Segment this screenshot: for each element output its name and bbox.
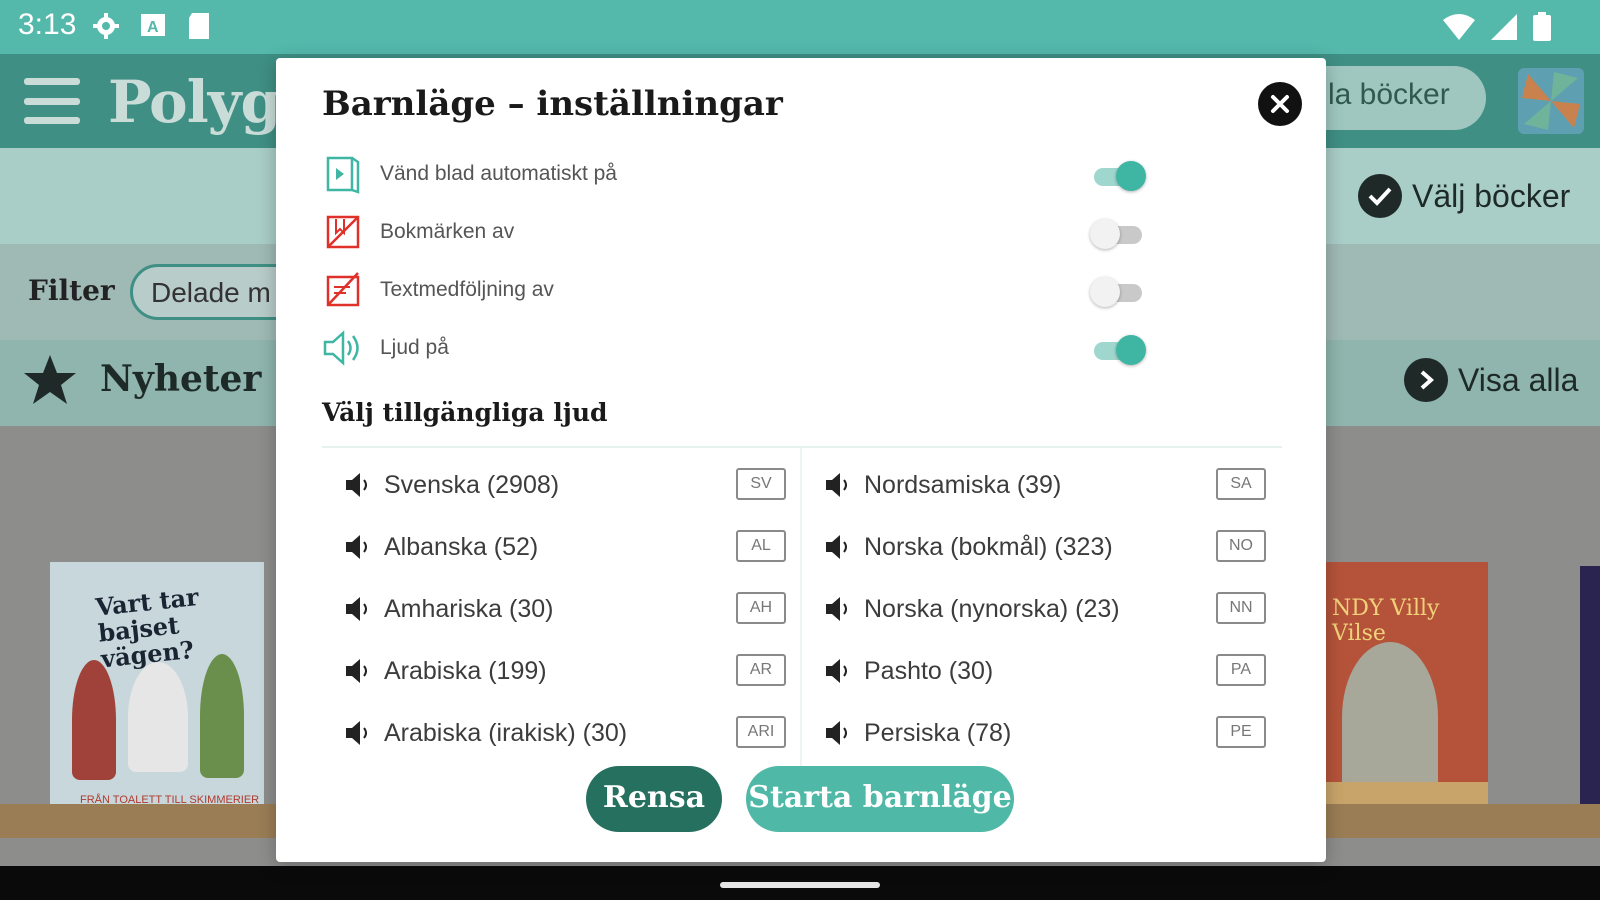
book-cover[interactable]	[1580, 566, 1600, 830]
language-item[interactable]: Nordsamiska (39) SA	[824, 454, 1266, 516]
bookmark-off-icon	[322, 211, 364, 253]
status-bar: 3:13 A	[0, 0, 1600, 54]
language-name: Norska (nynorska) (23)	[864, 594, 1120, 623]
column-divider	[800, 448, 802, 784]
start-child-mode-button[interactable]: Starta barnläge	[746, 766, 1014, 832]
child-illustration	[72, 660, 116, 780]
speaker-icon	[344, 656, 378, 686]
speaker-icon	[824, 532, 858, 562]
speaker-icon	[344, 718, 378, 748]
language-name: Albanska (52)	[384, 532, 539, 561]
language-code-badge: AR	[736, 654, 786, 686]
chevron-right-icon	[1404, 358, 1448, 402]
language-item[interactable]: Persiska (78) PE	[824, 702, 1266, 764]
sound-section-heading: Välj tillgängliga ljud	[322, 398, 608, 427]
select-books-button[interactable]: Välj böcker	[1358, 174, 1570, 218]
wifi-icon	[1442, 13, 1476, 45]
speaker-icon	[344, 470, 378, 500]
language-item[interactable]: Norska (bokmål) (323) NO	[824, 516, 1266, 578]
language-code-badge: SA	[1216, 468, 1266, 500]
language-item[interactable]: Norska (nynorska) (23) NN	[824, 578, 1266, 640]
sound-toggle[interactable]	[1094, 334, 1146, 366]
setting-bookmarks: Bokmärken av	[322, 210, 922, 254]
setting-text-follow: Textmedföljning av	[322, 268, 922, 312]
menu-icon[interactable]	[24, 78, 80, 124]
speaker-icon	[344, 594, 378, 624]
setting-label: Textmedföljning av	[380, 278, 554, 301]
cell-signal-icon	[1490, 13, 1518, 45]
book-cover[interactable]: Vart tar bajset vägen? FRÅN TOALETT TILL…	[50, 562, 264, 826]
dialog-title: Barnläge – inställningar	[322, 84, 783, 124]
language-item[interactable]: Pashto (30) PA	[824, 640, 1266, 702]
language-item[interactable]: Arabiska (irakisk) (30) ARI	[344, 702, 786, 764]
speaker-icon	[824, 656, 858, 686]
settings-gear-icon	[92, 12, 120, 44]
app-logo: Polygl	[108, 68, 302, 136]
language-code-badge: PE	[1216, 716, 1266, 748]
language-name: Nordsamiska (39)	[864, 470, 1062, 499]
language-name: Pashto (30)	[864, 656, 994, 685]
auto-page-turn-toggle[interactable]	[1094, 160, 1146, 192]
battery-icon	[1532, 12, 1552, 46]
svg-text:A: A	[147, 19, 159, 36]
status-time: 3:13	[18, 8, 77, 41]
language-name: Arabiska (199)	[384, 656, 547, 685]
news-title: Nyheter	[100, 358, 262, 400]
setting-sound: Ljud på	[322, 326, 922, 370]
setting-auto-page-turn: Vänd blad automatiskt på	[322, 152, 922, 196]
language-name: Svenska (2908)	[384, 470, 560, 499]
book-title: NDY Villy Vilse	[1332, 596, 1440, 646]
bookmarks-toggle[interactable]	[1090, 218, 1146, 250]
language-list: Svenska (2908) SV Albanska (52) AL Amhar…	[322, 446, 1282, 784]
child-mode-settings-dialog: Barnläge – inställningar Vänd blad autom…	[276, 58, 1326, 862]
home-handle[interactable]	[720, 882, 880, 888]
language-name: Persiska (78)	[864, 718, 1012, 747]
speaker-icon	[824, 470, 858, 500]
check-circle-icon	[1358, 174, 1402, 218]
setting-label: Bokmärken av	[380, 220, 515, 243]
language-column-right: Nordsamiska (39) SA Norska (bokmål) (323…	[824, 454, 1266, 764]
star-icon	[22, 352, 78, 412]
setting-label: Vänd blad automatiskt på	[380, 162, 617, 185]
book-title: Vart tar bajset vägen?	[94, 582, 200, 674]
profile-logo-icon[interactable]	[1518, 68, 1584, 134]
language-code-badge: NO	[1216, 530, 1266, 562]
language-code-badge: ARI	[736, 716, 786, 748]
system-nav-bar	[0, 866, 1600, 900]
language-code-badge: AH	[736, 592, 786, 624]
text-follow-off-icon	[322, 269, 364, 311]
setting-label: Ljud på	[380, 336, 449, 359]
auto-page-turn-icon	[322, 153, 364, 195]
filter-label: Filter	[28, 274, 115, 307]
language-name: Arabiska (irakisk) (30)	[384, 718, 628, 747]
language-code-badge: SV	[736, 468, 786, 500]
language-code-badge: AL	[736, 530, 786, 562]
clear-button[interactable]: Rensa	[586, 766, 722, 832]
show-all-label: Visa alla	[1458, 361, 1579, 398]
language-code-badge: NN	[1216, 592, 1266, 624]
language-item[interactable]: Svenska (2908) SV	[344, 454, 786, 516]
child-illustration	[200, 654, 244, 778]
font-a-icon: A	[140, 12, 166, 42]
close-button[interactable]	[1258, 82, 1302, 126]
book-cover[interactable]: NDY Villy Vilse	[1322, 562, 1488, 826]
speaker-icon	[824, 594, 858, 624]
language-name: Norska (bokmål) (323)	[864, 532, 1113, 561]
language-item[interactable]: Albanska (52) AL	[344, 516, 786, 578]
speaker-icon	[322, 327, 364, 369]
close-icon	[1271, 95, 1289, 113]
language-item[interactable]: Amhariska (30) AH	[344, 578, 786, 640]
speaker-icon	[344, 532, 378, 562]
language-name: Amhariska (30)	[384, 594, 554, 623]
toilet-illustration	[128, 662, 188, 772]
sd-card-icon	[186, 12, 212, 44]
language-item[interactable]: Arabiska (199) AR	[344, 640, 786, 702]
language-code-badge: PA	[1216, 654, 1266, 686]
select-books-label: Välj böcker	[1412, 177, 1571, 214]
creature-illustration	[1342, 642, 1438, 792]
text-follow-toggle[interactable]	[1090, 276, 1146, 308]
show-all-button[interactable]: Visa alla	[1404, 358, 1578, 402]
speaker-icon	[824, 718, 858, 748]
language-column-left: Svenska (2908) SV Albanska (52) AL Amhar…	[344, 454, 786, 764]
